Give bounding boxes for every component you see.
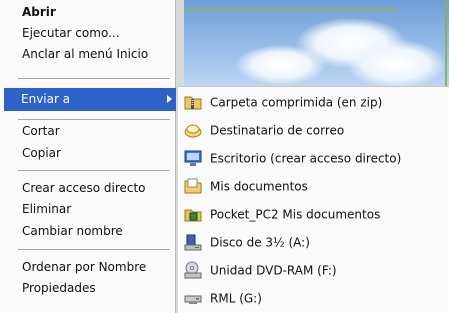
- window-frame-top: [176, 0, 398, 10]
- menu-item-delete[interactable]: Eliminar: [22, 199, 71, 219]
- menu-item-pin-to-start[interactable]: Anclar al menú Inicio: [22, 44, 148, 64]
- cloud: [236, 45, 326, 85]
- menu-item-cut[interactable]: Cortar: [22, 121, 60, 141]
- floppy-disk-icon: [184, 233, 202, 251]
- mail-recipient-icon: [184, 121, 202, 139]
- menu-item-open[interactable]: Abrir: [22, 2, 56, 22]
- menu-item-run-as[interactable]: Ejecutar como...: [22, 23, 120, 43]
- desktop-shortcut-icon: [184, 149, 202, 167]
- menu-separator: [18, 78, 170, 79]
- pocket-pc-icon: [184, 205, 202, 223]
- submenu-item-mail[interactable]: Destinatario de correo: [184, 117, 344, 143]
- context-menu: Abrir Ejecutar como... Anclar al menú In…: [0, 0, 176, 313]
- submenu-item-zip-label: Carpeta comprimida (en zip): [210, 95, 383, 110]
- submenu-item-floppy-label: Disco de 3½ (A:): [210, 235, 310, 250]
- menu-item-send-to[interactable]: Enviar a: [4, 88, 176, 111]
- menu-item-copy[interactable]: Copiar: [22, 143, 61, 163]
- menu-item-rename[interactable]: Cambiar nombre: [22, 221, 123, 241]
- menu-item-send-to-label: Enviar a: [21, 92, 71, 106]
- submenu-item-desktop-label: Escritorio (crear acceso directo): [210, 151, 402, 166]
- menu-separator: [18, 170, 170, 171]
- submenu-item-my-documents[interactable]: Mis documentos: [184, 173, 308, 199]
- submenu-item-my-documents-label: Mis documentos: [210, 179, 308, 194]
- menu-item-properties[interactable]: Propiedades: [22, 278, 96, 298]
- network-drive-icon: [184, 289, 202, 307]
- menu-item-create-shortcut[interactable]: Crear acceso directo: [22, 178, 146, 198]
- submenu-item-zip[interactable]: Carpeta comprimida (en zip): [184, 89, 382, 115]
- send-to-submenu: Carpeta comprimida (en zip) Destinatario…: [178, 86, 449, 313]
- submenu-item-pocket-pc-label: Pocket_PC2 Mis documentos: [210, 207, 381, 222]
- submenu-item-dvd[interactable]: Unidad DVD-RAM (F:): [184, 257, 337, 283]
- desktop-background: [176, 0, 449, 97]
- menu-item-sort-by-name[interactable]: Ordenar por Nombre: [22, 257, 146, 277]
- submenu-item-rml-label: RML (G:): [210, 291, 262, 306]
- cloud: [346, 40, 446, 88]
- menu-separator: [18, 119, 170, 120]
- submenu-item-rml[interactable]: RML (G:): [184, 285, 262, 311]
- zip-folder-icon: [184, 93, 202, 111]
- my-documents-icon: [184, 177, 202, 195]
- menu-separator: [18, 249, 170, 250]
- submenu-item-pocket-pc[interactable]: Pocket_PC2 Mis documentos: [184, 201, 380, 227]
- submenu-item-dvd-label: Unidad DVD-RAM (F:): [210, 263, 337, 278]
- submenu-item-mail-label: Destinatario de correo: [210, 123, 345, 138]
- submenu-arrow-icon: [167, 95, 172, 103]
- dvd-drive-icon: [184, 261, 202, 279]
- submenu-item-floppy[interactable]: Disco de 3½ (A:): [184, 229, 310, 255]
- submenu-item-desktop[interactable]: Escritorio (crear acceso directo): [184, 145, 401, 171]
